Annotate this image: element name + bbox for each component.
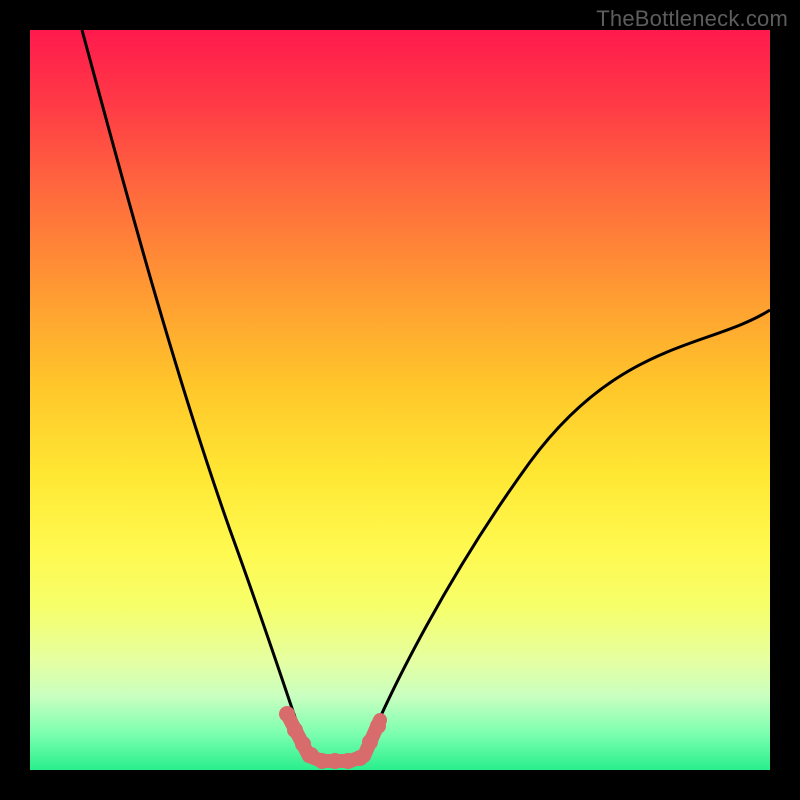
- outer-frame: TheBottleneck.com: [0, 0, 800, 800]
- left-curve: [82, 30, 308, 755]
- chart-svg: [30, 30, 770, 770]
- plot-area: [30, 30, 770, 770]
- right-curve: [364, 310, 770, 755]
- attribution-text: TheBottleneck.com: [596, 6, 788, 32]
